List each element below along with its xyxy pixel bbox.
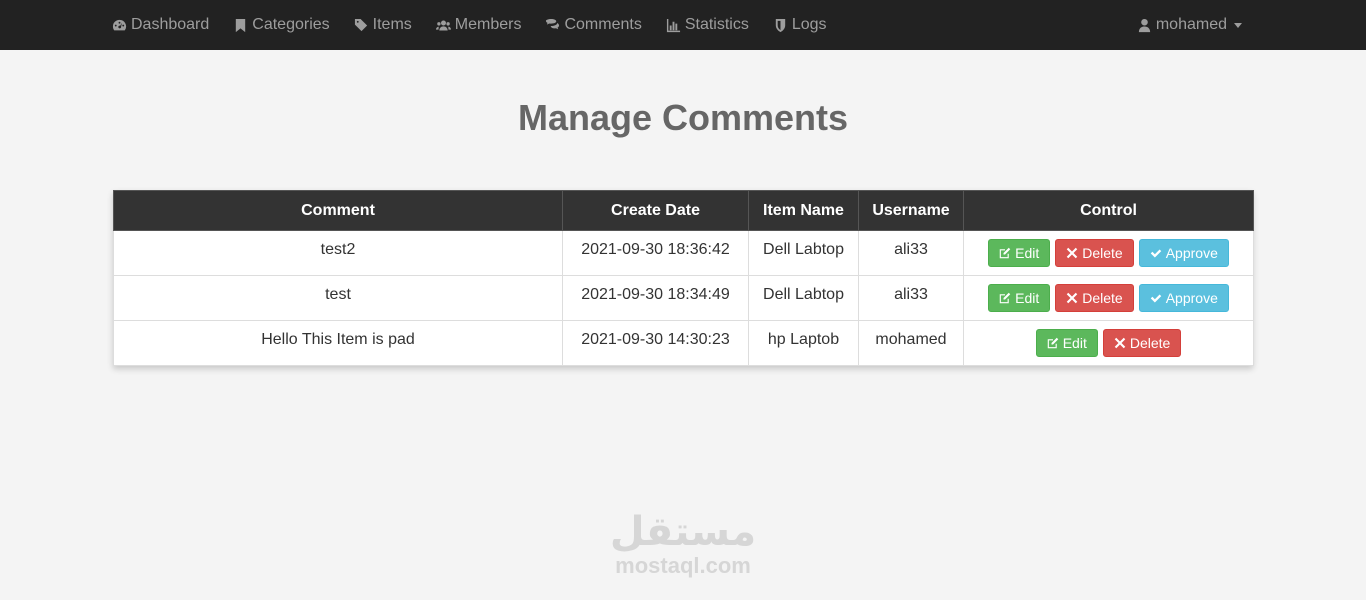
edit-button[interactable]: Edit xyxy=(988,284,1051,312)
cell-create-date: 2021-09-30 18:34:49 xyxy=(562,275,749,321)
cell-control: Edit Delete Approve xyxy=(963,230,1254,276)
row-controls: Edit Delete Approve xyxy=(964,239,1253,267)
edit-icon xyxy=(999,292,1011,304)
close-icon xyxy=(1067,292,1078,304)
watermark-arabic: مستقل xyxy=(609,509,757,555)
cell-item-name: Dell Labtop xyxy=(748,275,859,321)
table-row: test 2021-09-30 18:34:49 Dell Labtop ali… xyxy=(113,275,1254,321)
nav-label: Logs xyxy=(791,16,827,33)
nav-label: Items xyxy=(372,16,412,33)
edit-button[interactable]: Edit xyxy=(988,239,1051,267)
header-item-name: Item Name xyxy=(748,190,859,231)
dashboard-icon xyxy=(112,19,127,30)
approve-label: Approve xyxy=(1165,245,1218,261)
cell-comment: test xyxy=(113,275,563,321)
close-icon xyxy=(1114,337,1126,349)
delete-label: Delete xyxy=(1129,335,1171,351)
delete-button[interactable]: Delete xyxy=(1102,329,1182,357)
bookmark-icon xyxy=(236,18,246,32)
user-icon xyxy=(1138,18,1150,32)
edit-icon xyxy=(999,247,1011,259)
cell-item-name: Dell Labtop xyxy=(748,230,859,276)
edit-label: Edit xyxy=(1062,335,1087,351)
cell-comment: test2 xyxy=(113,230,563,276)
top-navbar: Dashboard Categories Items Members Comme… xyxy=(0,0,1366,50)
comments-icon xyxy=(546,18,560,29)
nav-item-comments[interactable]: Comments xyxy=(545,16,642,34)
approve-label: Approve xyxy=(1165,290,1218,306)
close-icon xyxy=(1067,247,1078,259)
delete-label: Delete xyxy=(1082,245,1123,261)
edit-button[interactable]: Edit xyxy=(1035,329,1098,357)
delete-button[interactable]: Delete xyxy=(1055,284,1134,312)
table-row: Hello This Item is pad 2021-09-30 14:30:… xyxy=(113,320,1254,366)
table-row: test2 2021-09-30 18:36:42 Dell Labtop al… xyxy=(113,230,1254,276)
nav-label: Comments xyxy=(564,16,642,33)
cell-create-date: 2021-09-30 18:36:42 xyxy=(562,230,749,276)
user-menu-toggle[interactable]: mohamed xyxy=(1137,16,1242,34)
page-title: Manage Comments xyxy=(517,97,849,138)
edit-icon xyxy=(1047,337,1058,349)
delete-button[interactable]: Delete xyxy=(1055,239,1134,267)
user-name: mohamed xyxy=(1155,16,1227,33)
user-dropdown[interactable]: mohamed xyxy=(1137,0,1242,50)
row-controls: Edit Delete xyxy=(964,329,1253,357)
approve-button[interactable]: Approve xyxy=(1138,284,1229,312)
nav-item-items[interactable]: Items xyxy=(354,16,412,34)
nav-item-categories[interactable]: Categories xyxy=(233,16,330,34)
nav-item-dashboard[interactable]: Dashboard xyxy=(112,16,209,34)
nav-menu: Dashboard Categories Items Members Comme… xyxy=(112,0,851,50)
header-comment: Comment xyxy=(113,190,563,231)
approve-button[interactable]: Approve xyxy=(1138,239,1229,267)
delete-label: Delete xyxy=(1082,290,1123,306)
cell-item-name: hp Laptob xyxy=(748,320,859,366)
nav-label: Statistics xyxy=(684,16,749,33)
check-icon xyxy=(1150,294,1161,303)
cell-control: Edit Delete xyxy=(963,320,1254,366)
mostaql-watermark: مستقل mostaql.com xyxy=(583,510,783,578)
cell-create-date: 2021-09-30 14:30:23 xyxy=(562,320,749,366)
nav-item-statistics[interactable]: Statistics xyxy=(666,16,749,34)
cell-control: Edit Delete Approve xyxy=(963,275,1254,321)
header-username: Username xyxy=(858,190,964,231)
table-header-row: Comment Create Date Item Name Username C… xyxy=(113,190,1254,231)
row-controls: Edit Delete Approve xyxy=(964,284,1253,312)
comments-table-container: Comment Create Date Item Name Username C… xyxy=(113,190,1254,366)
bar-chart-icon xyxy=(666,18,680,32)
nav-item-logs[interactable]: Logs xyxy=(773,16,827,34)
shield-icon xyxy=(775,18,786,32)
users-icon xyxy=(435,20,451,30)
comments-table: Comment Create Date Item Name Username C… xyxy=(113,190,1254,366)
cell-username: ali33 xyxy=(858,275,964,321)
cell-username: mohamed xyxy=(858,320,964,366)
cell-username: ali33 xyxy=(858,230,964,276)
cell-comment: Hello This Item is pad xyxy=(113,320,563,366)
check-icon xyxy=(1150,249,1161,258)
nav-label: Categories xyxy=(252,16,330,33)
nav-item-members[interactable]: Members xyxy=(435,16,522,34)
caret-down-icon xyxy=(1234,22,1242,28)
nav-label: Dashboard xyxy=(131,16,210,33)
nav-label: Members xyxy=(454,16,522,33)
edit-label: Edit xyxy=(1015,290,1040,306)
header-create-date: Create Date xyxy=(562,190,749,231)
watermark-latin: mostaql.com xyxy=(615,553,751,578)
edit-label: Edit xyxy=(1015,245,1040,261)
header-control: Control xyxy=(963,190,1254,231)
tags-icon xyxy=(354,18,367,31)
